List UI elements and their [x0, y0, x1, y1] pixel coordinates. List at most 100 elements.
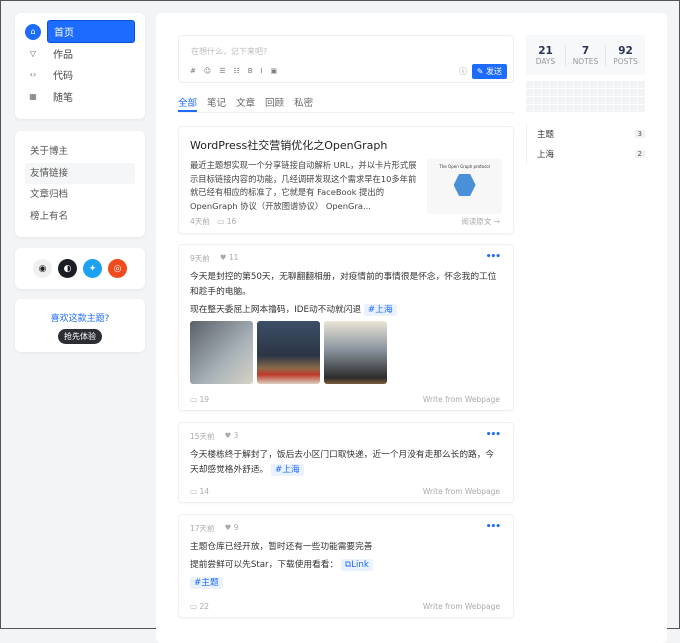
heatmap-cell	[558, 89, 565, 96]
heatmap-cell	[598, 81, 605, 88]
memo-image[interactable]	[257, 321, 320, 384]
nav-item-works[interactable]: ▽ 作品	[25, 43, 135, 64]
editor-placeholder: 在想什么，记下来吧?	[191, 47, 268, 56]
shirt-icon: ▽	[29, 48, 37, 58]
twitter-icon[interactable]: ✦	[83, 259, 102, 278]
heatmap-cell	[622, 97, 629, 104]
stat-label: POSTS	[613, 56, 638, 66]
stat-label: DAYS	[535, 56, 556, 66]
weibo-icon[interactable]: ◎	[108, 259, 127, 278]
heatmap-cell	[574, 81, 581, 88]
tag-shanghai[interactable]: #上海	[270, 464, 304, 476]
stat-notes: 7	[581, 44, 590, 57]
comment-count: 22	[199, 602, 210, 611]
heart-icon[interactable]: ♥	[225, 431, 232, 440]
try-theme-button[interactable]: 抢先体验	[58, 329, 102, 344]
tab-private[interactable]: 私密	[294, 95, 313, 112]
more-icon[interactable]: •••	[486, 522, 501, 532]
link-friends[interactable]: 友情链接	[25, 162, 135, 184]
heatmap-cell	[526, 105, 533, 112]
tab-all[interactable]: 全部	[178, 95, 198, 112]
like-count: 11	[228, 253, 239, 262]
heatmap-cell	[630, 97, 637, 104]
tag-item[interactable]: 主题 3	[537, 124, 645, 144]
right-sidebar: 21 DAYS 7 NOTES 92 POSTS 主题 3 上海 2	[526, 35, 645, 164]
link-archive[interactable]: 文章归档	[25, 184, 135, 206]
more-icon[interactable]: •••	[486, 252, 501, 262]
tag-shanghai[interactable]: #上海	[363, 304, 397, 316]
nav-item-home[interactable]: ⌂ 首页	[25, 20, 135, 43]
memo-image[interactable]	[324, 321, 387, 384]
tag-name: 上海	[537, 150, 555, 160]
heatmap-cell	[574, 105, 581, 112]
heart-icon[interactable]: ♥	[225, 523, 232, 532]
heatmap-cell	[598, 97, 605, 104]
heatmap-cell	[638, 97, 645, 104]
rss-icon[interactable]: ◉	[33, 259, 52, 278]
nav-item-code[interactable]: ‹› 代码	[25, 64, 135, 85]
post-source: Write from Webpage	[422, 602, 500, 611]
hashtag-icon[interactable]: #	[190, 67, 196, 75]
help-icon[interactable]: ⓘ	[459, 66, 467, 77]
heatmap-cell	[582, 89, 589, 96]
heatmap-cell	[590, 89, 597, 96]
editor-toolbar: # ☺ ☰ ☷ B I ▣	[190, 67, 277, 75]
heatmap-cell	[638, 105, 645, 112]
heatmap-cell	[542, 97, 549, 104]
heatmap-cell	[614, 89, 621, 96]
stat-posts: 92	[618, 44, 633, 57]
memo-text: 今天楼栋终于解封了，饭后去小区门口取快递，近一个月没有走那么长的路，今天却感觉格…	[190, 450, 495, 475]
heatmap-cell	[614, 81, 621, 88]
italic-icon[interactable]: I	[261, 67, 263, 75]
send-button[interactable]: ✎ 发送	[471, 64, 507, 79]
heatmap-cell	[550, 97, 557, 104]
theme-question[interactable]: 喜欢这款主题?	[15, 311, 145, 324]
comment-count: 14	[199, 487, 210, 496]
image-icon[interactable]: ▣	[271, 67, 278, 75]
like-count: 3	[233, 431, 239, 440]
theme-promo: 喜欢这款主题? 抢先体验	[15, 299, 145, 352]
article-title[interactable]: WordPress社交营销优化之OpenGraph	[190, 137, 502, 153]
memo-editor[interactable]: 在想什么，记下来吧? # ☺ ☰ ☷ B I ▣ ⓘ ✎ 发送	[178, 35, 514, 83]
tab-review[interactable]: 回顾	[265, 95, 284, 112]
link-honor[interactable]: 榜上有名	[25, 206, 135, 228]
bold-icon[interactable]: B	[248, 67, 253, 75]
more-icon[interactable]: •••	[486, 430, 501, 440]
memo-text: 今天是封控的第50天，无聊翻翻相册，对疫情前的事情很是怀念，怀念我的工位和趁手的…	[190, 272, 497, 297]
tab-articles[interactable]: 文章	[236, 95, 255, 112]
article-card: WordPress社交营销优化之OpenGraph 最近主题想实现一个分享链接自…	[178, 126, 514, 234]
emoji-icon[interactable]: ☺	[204, 67, 211, 75]
ordered-list-icon[interactable]: ☷	[233, 67, 239, 75]
post-time: 9天前	[190, 254, 210, 263]
opengraph-logo	[453, 174, 476, 196]
heatmap-cell	[550, 89, 557, 96]
heatmap-cell	[622, 105, 629, 112]
heatmap-cell	[606, 105, 613, 112]
heatmap-cell	[550, 105, 557, 112]
tab-notes[interactable]: 笔记	[207, 95, 226, 112]
nav-item-notes[interactable]: ▦ 随笔	[25, 86, 135, 107]
article-excerpt: 最近主题想实现一个分享链接自动解析 URL，并以卡片形式展示目标链接内容的功能，…	[190, 160, 417, 211]
memo-text: 提前尝鲜可以先Star，下载使用看看：	[190, 560, 339, 570]
post-time: 15天前	[190, 432, 215, 441]
github-icon[interactable]: ◐	[58, 259, 77, 278]
heatmap-cell	[566, 97, 573, 104]
heatmap-cell	[630, 89, 637, 96]
heatmap-cell	[558, 81, 565, 88]
list-icon[interactable]: ☰	[219, 67, 225, 75]
tag-item[interactable]: 上海 2	[537, 144, 645, 164]
heatmap-cell	[534, 89, 541, 96]
heatmap-cell	[606, 97, 613, 104]
heatmap-cell	[638, 89, 645, 96]
memo-image[interactable]	[190, 321, 253, 384]
tag-theme[interactable]: #主题	[190, 577, 223, 589]
read-more-link[interactable]: 阅读原文 →	[461, 216, 500, 227]
heart-icon[interactable]: ♥	[220, 253, 227, 262]
like-count: 9	[233, 523, 239, 532]
heatmap-cell	[574, 89, 581, 96]
article-thumbnail: The Open Graph protocol	[427, 159, 502, 214]
link-about[interactable]: 关于博主	[25, 141, 135, 163]
stat-days: 21	[538, 44, 553, 57]
heatmap-cell	[566, 81, 573, 88]
external-link[interactable]: ⧉Link	[340, 559, 373, 571]
